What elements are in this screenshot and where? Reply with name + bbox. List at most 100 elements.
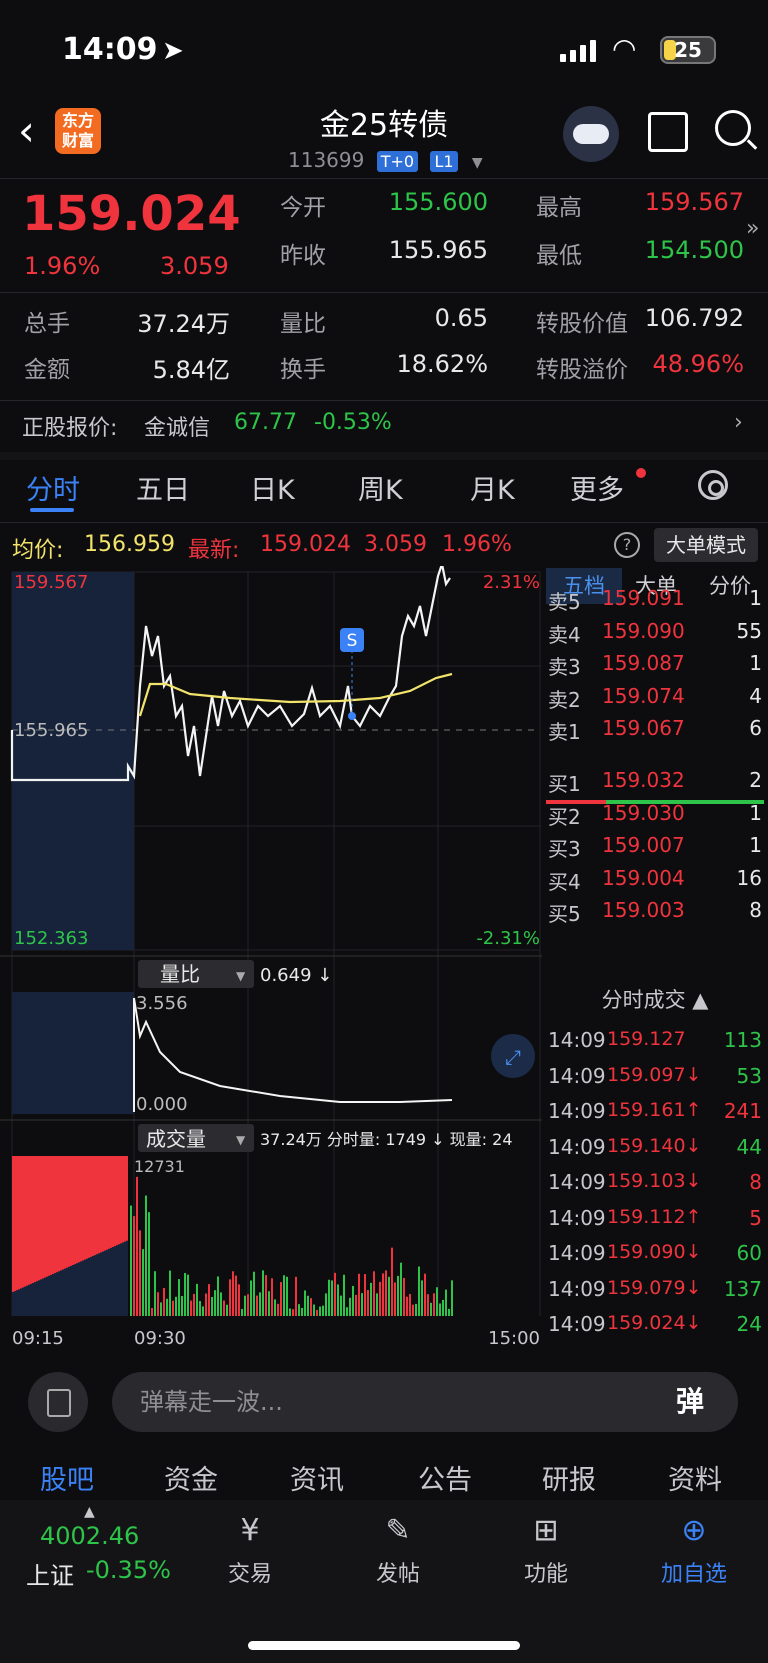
- volume-bar: [448, 1308, 450, 1316]
- tab-weekly-k[interactable]: 周K: [358, 468, 403, 507]
- tab-more[interactable]: 更多: [570, 468, 624, 507]
- volume-bar: [328, 1279, 330, 1316]
- volume-bar: [325, 1293, 327, 1316]
- volume-bar: [250, 1280, 252, 1316]
- bid-level-row[interactable]: 买3 159.007 1: [542, 829, 768, 863]
- ask-level-row[interactable]: 卖1 159.067 6: [542, 712, 768, 746]
- nav-post[interactable]: ✎ 发帖: [348, 1512, 448, 1602]
- ask-level-row[interactable]: 卖2 159.074 4: [542, 680, 768, 714]
- status-time: 14:09: [62, 32, 158, 67]
- volume-bar: [64, 1268, 66, 1316]
- volume-bar: [397, 1275, 399, 1316]
- volume-bar: [184, 1272, 186, 1316]
- level-price: 159.003: [602, 898, 685, 922]
- tab-profile[interactable]: 资料: [668, 1458, 722, 1497]
- ask-level-row[interactable]: 卖3 159.087 1: [542, 647, 768, 681]
- volume-bar: [66, 1267, 68, 1316]
- bid-level-row[interactable]: 买2 159.030 1: [542, 797, 768, 831]
- volume-bar: [298, 1304, 300, 1316]
- tab-monthly-k[interactable]: 月K: [470, 468, 515, 507]
- conversion-value: 106.792: [644, 304, 744, 332]
- volume-bar: [34, 1282, 36, 1316]
- pre-market-shade: [12, 572, 134, 950]
- conversion-value-label: 转股价值: [536, 311, 628, 337]
- search-icon[interactable]: [715, 110, 751, 146]
- last-percent: 1.96%: [442, 532, 512, 557]
- high-label: 最高: [536, 195, 582, 221]
- tick-volume: 137: [723, 1276, 762, 1301]
- volume-bar: [98, 1253, 100, 1316]
- volume-bar: [208, 1284, 210, 1316]
- nav-functions[interactable]: ⊞ 功能: [496, 1512, 596, 1602]
- tab-forum[interactable]: 股吧: [40, 1458, 94, 1497]
- tick-row: 14:09 159.097↓ 53: [542, 1058, 768, 1094]
- open-value: 155.600: [388, 188, 488, 216]
- index-percent[interactable]: -0.35%: [86, 1556, 171, 1584]
- help-icon[interactable]: ?: [614, 532, 640, 558]
- volume-bar: [38, 1280, 40, 1316]
- big-order-mode-button[interactable]: 大单模式: [654, 528, 758, 562]
- ask-level-row[interactable]: 卖4 159.090 55: [542, 615, 768, 649]
- volume-bar: [301, 1307, 303, 1316]
- expand-chevron-icon[interactable]: »: [746, 216, 759, 241]
- volume-bar: [48, 1275, 50, 1316]
- volume-bar: [136, 1176, 138, 1316]
- volume-bar: [430, 1302, 432, 1316]
- underlying-percent: -0.53%: [314, 410, 392, 435]
- settings-gear-icon[interactable]: [698, 470, 728, 500]
- underlying-stock-row[interactable]: 正股报价: 金诚信 67.77 -0.53% ›: [0, 400, 768, 448]
- ticks-title[interactable]: 分时成交 ▲: [542, 984, 768, 1016]
- nav-add-watchlist[interactable]: ⊕ 加自选: [644, 1512, 744, 1602]
- level-label: 买4: [548, 869, 581, 894]
- tab-five-day[interactable]: 五日: [136, 468, 190, 507]
- index-value[interactable]: 4002.46: [40, 1522, 139, 1550]
- volume-bar: [391, 1247, 393, 1316]
- l1-tag: L1: [430, 151, 458, 172]
- volume-bar: [26, 1285, 28, 1316]
- tick-row: 14:09 159.161↑ 241: [542, 1093, 768, 1129]
- cellular-signal-icon: [560, 40, 596, 62]
- tick-volume: 53: [736, 1063, 762, 1088]
- underlying-price: 67.77: [234, 410, 297, 435]
- volume-max-label: 12731: [134, 1157, 185, 1176]
- comment-input[interactable]: 弹幕走一波...: [112, 1372, 738, 1432]
- volume-bar: [74, 1264, 76, 1316]
- tick-price: 159.112↑: [607, 1205, 702, 1228]
- level-label: 卖4: [548, 622, 581, 647]
- tab-intraday[interactable]: 分时: [26, 468, 80, 507]
- ask-level-row[interactable]: 卖5 159.091 1: [542, 582, 768, 616]
- tab-daily-k[interactable]: 日K: [250, 468, 295, 507]
- share-icon[interactable]: [648, 112, 688, 152]
- bid-level-row[interactable]: 买5 159.003 8: [542, 894, 768, 928]
- robot-assistant-icon[interactable]: [563, 106, 619, 162]
- underlying-name: 金诚信: [144, 416, 211, 441]
- tick-volume: 113: [723, 1028, 762, 1052]
- comment-list-icon[interactable]: [28, 1372, 88, 1432]
- tab-news[interactable]: 资讯: [290, 1458, 344, 1497]
- tab-announcements[interactable]: 公告: [418, 1458, 472, 1497]
- volume-bar: [118, 1244, 120, 1316]
- intraday-chart[interactable]: 159.567 2.31% 155.965 152.363 -2.31% S 量…: [0, 566, 542, 1356]
- tab-funds[interactable]: 资金: [164, 1458, 218, 1497]
- nav-trade[interactable]: ¥ 交易: [200, 1512, 300, 1602]
- volume-bar: [18, 1289, 20, 1316]
- volume-bar: [214, 1290, 216, 1316]
- volume-ratio-label: 量比: [280, 311, 326, 337]
- level-volume: 1: [749, 800, 762, 825]
- bond-code-row[interactable]: 113699 T+0 L1 ▼: [288, 148, 483, 172]
- last-value: 159.024: [260, 532, 351, 557]
- volume-bar: [94, 1255, 96, 1316]
- index-name[interactable]: 上证: [26, 1556, 74, 1591]
- quote-panel[interactable]: 159.024 1.96% 3.059 今开 155.600 昨收 155.96…: [0, 180, 768, 292]
- tick-time: 14:09: [548, 1134, 606, 1159]
- danmu-button[interactable]: 弹: [676, 1374, 726, 1430]
- level-price: 159.091: [602, 586, 685, 610]
- volume-bar: [295, 1276, 297, 1316]
- tab-research[interactable]: 研报: [542, 1458, 596, 1497]
- tick-time: 14:09: [548, 1099, 606, 1123]
- volume-bar: [60, 1270, 62, 1316]
- volume-bar: [100, 1252, 102, 1316]
- bid-level-row[interactable]: 买1 159.032 2: [542, 764, 768, 798]
- nav-functions-label: 功能: [523, 1562, 568, 1587]
- bid-level-row[interactable]: 买4 159.004 16: [542, 862, 768, 896]
